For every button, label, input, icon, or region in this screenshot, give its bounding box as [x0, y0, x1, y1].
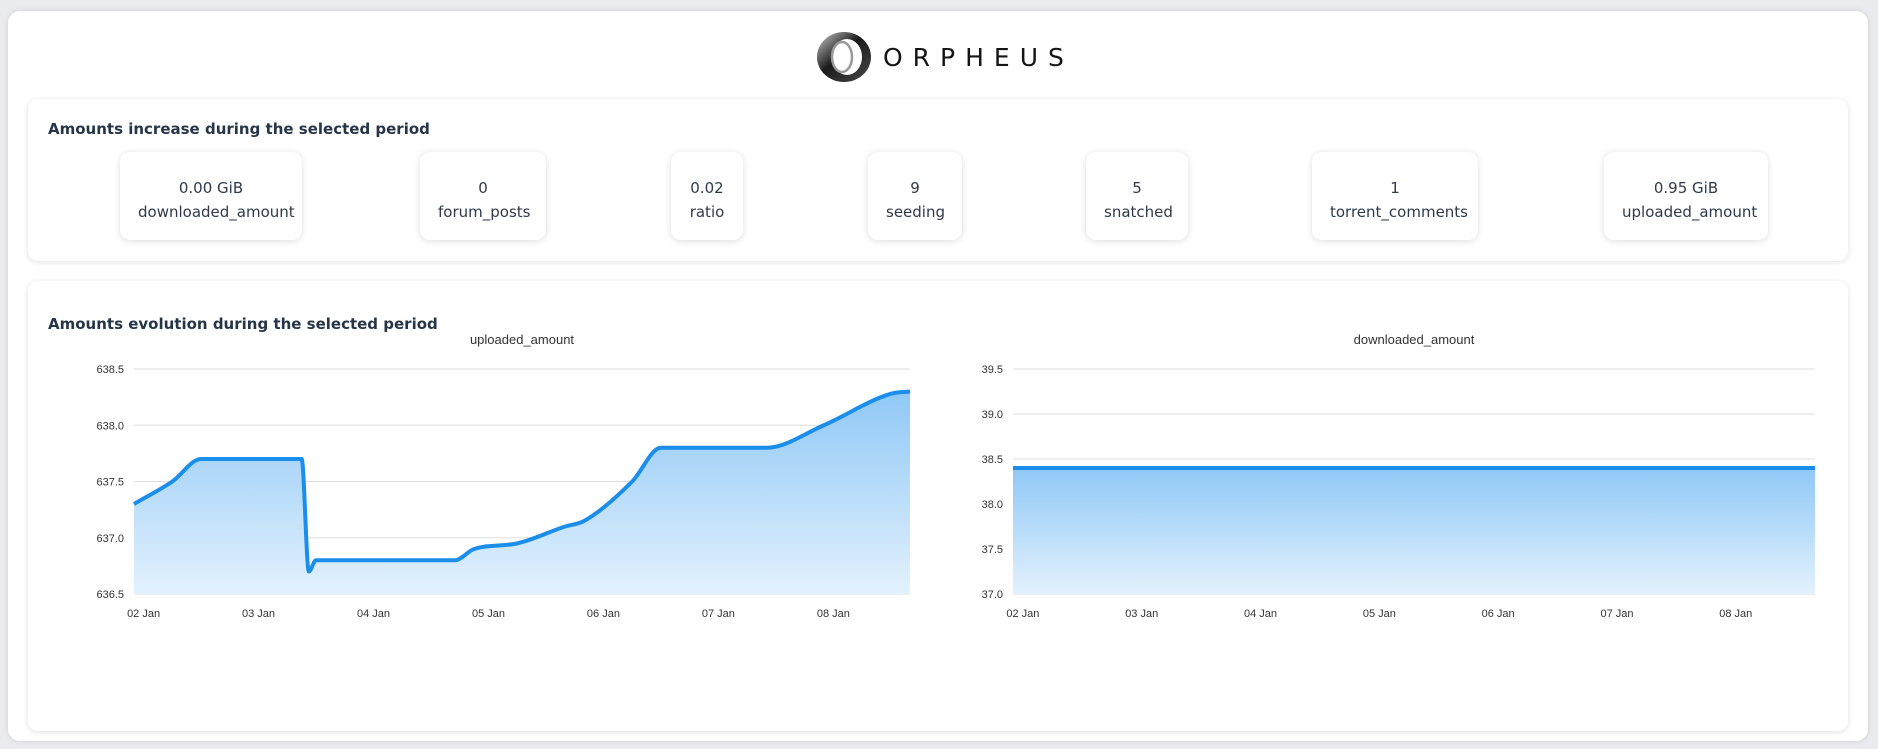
uploaded-amount-chart-svg[interactable]: uploaded_amount 636.5 637.0 637.5 638.0 638.5… [48, 332, 928, 691]
x-tick-label: 07 Jan [1600, 608, 1633, 620]
stat-label: forum_posts [438, 203, 531, 221]
y-tick-label: 636.5 [96, 589, 124, 601]
x-tick-label: 05 Jan [1363, 608, 1396, 620]
y-tick-label: 38.0 [982, 499, 1003, 511]
y-tick-label: 37.5 [982, 544, 1003, 556]
stat-value: 0 [478, 179, 488, 197]
downloaded-amount-chart[interactable]: downloaded_amount 37.0 37.5 38.0 38.5 39.0 39.… [938, 332, 1828, 691]
series-area [134, 391, 910, 594]
stat-label: uploaded_amount [1622, 203, 1758, 221]
stat-forum-posts: 0 forum_posts [420, 152, 546, 240]
x-tick-label: 02 Jan [127, 608, 160, 620]
chart-title: downloaded_amount [1354, 332, 1475, 347]
stat-value: 0.95 GiB [1653, 179, 1719, 197]
y-tick-label: 39.5 [982, 364, 1003, 376]
x-tick-label: 03 Jan [242, 608, 275, 620]
x-tick-label: 06 Jan [587, 608, 620, 620]
stat-snatched: 5 snatched [1086, 152, 1188, 240]
y-tick-label: 637.0 [96, 533, 124, 545]
stat-label: ratio [689, 203, 725, 221]
stat-label: snatched [1104, 203, 1173, 221]
evolution-title: Amounts evolution during the selected pe… [48, 315, 438, 333]
y-tick-label: 39.0 [982, 409, 1003, 421]
stat-uploaded-amount: 0.95 GiB uploaded_amount [1604, 152, 1768, 240]
y-tick-label: 38.5 [982, 454, 1003, 466]
downloaded-amount-chart-svg[interactable]: downloaded_amount 37.0 37.5 38.0 38.5 39.0 39.… [938, 332, 1828, 691]
stat-label: seeding [886, 203, 945, 221]
x-tick-label: 08 Jan [1719, 608, 1752, 620]
brand-name: ORPHEUS [883, 42, 1074, 72]
y-tick-label: 37.0 [982, 589, 1003, 601]
chart-title: uploaded_amount [470, 332, 574, 347]
x-tick-label: 03 Jan [1125, 608, 1158, 620]
x-tick-label: 06 Jan [1482, 608, 1515, 620]
x-tick-label: 04 Jan [1244, 608, 1277, 620]
x-tick-label: 04 Jan [357, 608, 390, 620]
orpheus-ring-icon [817, 32, 871, 82]
x-tick-label: 07 Jan [702, 608, 735, 620]
summary-card: Amounts increase during the selected per… [28, 99, 1848, 261]
x-tick-label: 05 Jan [472, 608, 505, 620]
stat-value: 0.02 [690, 179, 724, 197]
y-tick-label: 638.5 [96, 364, 124, 376]
stat-value: 9 [910, 179, 920, 197]
evolution-card: Amounts evolution during the selected pe… [28, 281, 1848, 731]
stat-torrent-comments: 1 torrent_comments [1312, 152, 1478, 240]
series-area [1013, 468, 1815, 594]
orpheus-logo[interactable]: ORPHEUS [813, 30, 1074, 84]
stat-downloaded-amount: 0.00 GiB downloaded_amount [120, 152, 302, 240]
stat-seeding: 9 seeding [868, 152, 962, 240]
stat-value: 0.00 GiB [178, 179, 244, 197]
stat-label: torrent_comments [1330, 203, 1468, 221]
dashboard-page: ORPHEUS Amounts increase during the sele… [8, 11, 1868, 741]
uploaded-amount-chart[interactable]: uploaded_amount 636.5 637.0 637.5 638.0 638.5… [48, 332, 928, 691]
stat-ratio: 0.02 ratio [671, 152, 743, 240]
stat-value: 1 [1390, 179, 1400, 197]
y-tick-label: 637.5 [96, 477, 124, 489]
stat-value: 5 [1132, 179, 1142, 197]
stat-label: downloaded_amount [138, 203, 295, 221]
x-tick-label: 02 Jan [1006, 608, 1039, 620]
y-tick-label: 638.0 [96, 420, 124, 432]
summary-title: Amounts increase during the selected per… [48, 120, 430, 138]
x-tick-label: 08 Jan [817, 608, 850, 620]
